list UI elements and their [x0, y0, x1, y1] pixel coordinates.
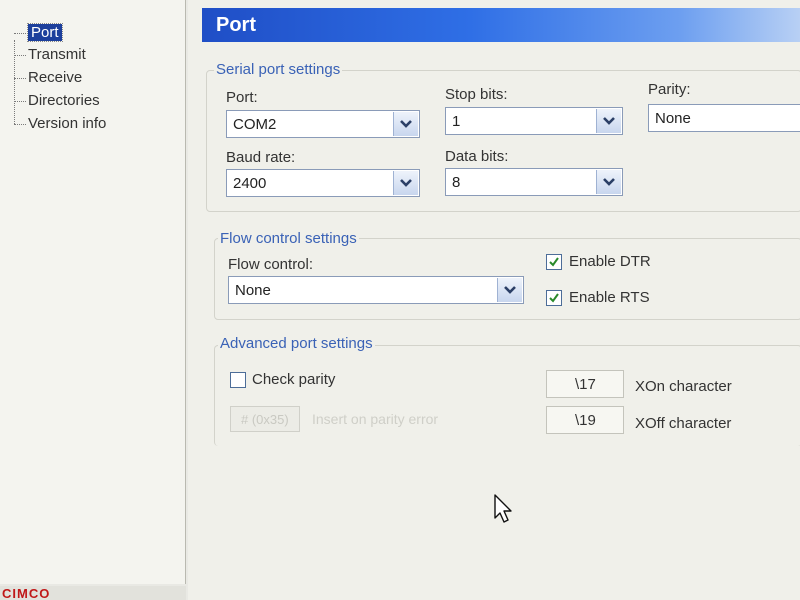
tree-item-receive[interactable]: Receive — [14, 68, 82, 88]
baud-rate-select-value: 2400 — [233, 175, 267, 192]
xon-character-label: XOn character — [635, 378, 732, 395]
enable-rts-label: Enable RTS — [569, 289, 650, 306]
checkmark-icon — [549, 257, 559, 267]
stop-bits-select[interactable]: 1 — [445, 107, 623, 135]
stop-bits-label: Stop bits: — [445, 86, 508, 103]
tree-item-label: Version info — [28, 115, 107, 132]
port-label: Port: — [226, 89, 258, 106]
parity-error-char-value: # (0x35) — [241, 412, 289, 427]
data-bits-select-value: 8 — [452, 174, 461, 191]
port-select-value: COM2 — [233, 116, 277, 133]
tree-item-port[interactable]: Port — [14, 23, 63, 43]
navigation-tree: Port Transmit Receive Directories Versio… — [0, 0, 186, 584]
advanced-port-group-title: Advanced port settings — [218, 335, 375, 352]
flow-control-select-value: None — [235, 282, 271, 299]
xoff-character-label: XOff character — [635, 415, 732, 432]
xoff-character-input[interactable]: \19 — [546, 406, 624, 434]
tree-item-label: Port — [27, 23, 63, 42]
check-parity-checkbox[interactable] — [230, 372, 246, 388]
checkmark-icon — [549, 293, 559, 303]
brand-logo-text: CIMCO — [2, 586, 51, 600]
baud-rate-select[interactable]: 2400 — [226, 169, 420, 197]
tree-item-label: Receive — [28, 69, 83, 86]
parity-select[interactable]: None — [648, 104, 800, 132]
tree-item-label: Directories — [28, 92, 100, 109]
tree-item-directories[interactable]: Directories — [14, 91, 100, 111]
chevron-down-icon[interactable] — [596, 109, 621, 133]
data-bits-select[interactable]: 8 — [445, 168, 623, 196]
parity-select-value: None — [655, 110, 691, 127]
panel-header: Port — [202, 8, 800, 42]
baud-rate-label: Baud rate: — [226, 149, 296, 166]
enable-dtr-checkbox[interactable] — [546, 254, 562, 270]
enable-dtr-label: Enable DTR — [569, 253, 651, 270]
data-bits-label: Data bits: — [445, 148, 509, 165]
parity-error-char-input[interactable]: # (0x35) — [230, 406, 300, 432]
mouse-cursor-icon — [494, 494, 512, 523]
xon-character-input[interactable]: \17 — [546, 370, 624, 398]
tree-item-version-info[interactable]: Version info — [14, 114, 106, 134]
xon-character-value: \17 — [575, 376, 596, 393]
panel-title: Port — [216, 14, 256, 36]
port-select[interactable]: COM2 — [226, 110, 420, 138]
enable-rts-checkbox[interactable] — [546, 290, 562, 306]
xoff-character-value: \19 — [575, 412, 596, 429]
chevron-down-icon[interactable] — [497, 278, 522, 302]
parity-error-label: Insert on parity error — [312, 411, 439, 427]
flow-control-group-title: Flow control settings — [218, 230, 359, 247]
serial-port-group-title: Serial port settings — [214, 61, 343, 78]
tree-item-transmit[interactable]: Transmit — [14, 45, 86, 65]
flow-control-label: Flow control: — [228, 256, 314, 273]
check-parity-label: Check parity — [252, 371, 336, 388]
flow-control-select[interactable]: None — [228, 276, 524, 304]
tree-item-label: Transmit — [28, 46, 86, 63]
brand-logo: CIMCO — [0, 586, 186, 600]
chevron-down-icon[interactable] — [393, 171, 418, 195]
parity-label: Parity: — [648, 81, 691, 98]
chevron-down-icon[interactable] — [596, 170, 621, 194]
chevron-down-icon[interactable] — [393, 112, 418, 136]
stop-bits-select-value: 1 — [452, 113, 461, 130]
